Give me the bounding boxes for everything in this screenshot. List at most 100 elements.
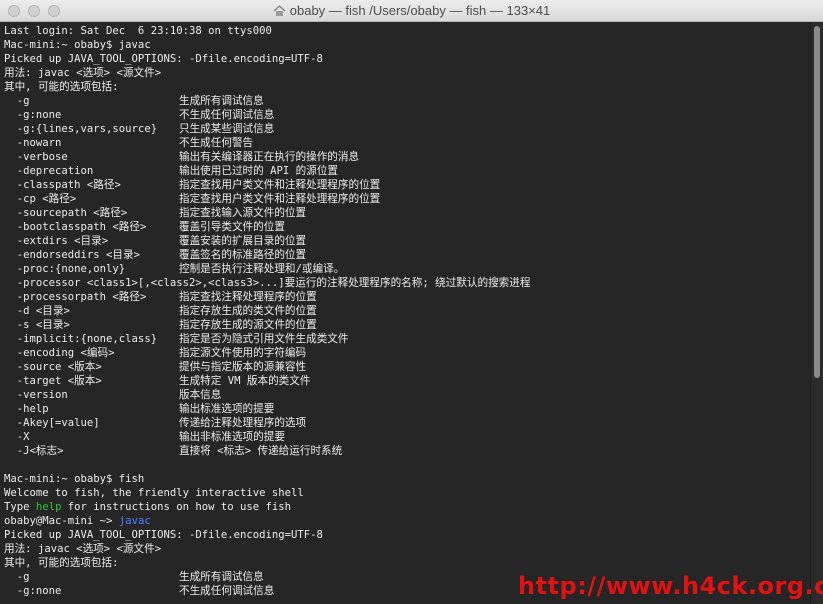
terminal-line: -encoding <编码> 指定源文件使用的字符编码 xyxy=(4,346,804,360)
option-description: 覆盖安装的扩展目录的位置 xyxy=(179,235,307,247)
terminal-line: -source <版本> 提供与指定版本的源兼容性 xyxy=(4,360,804,374)
shell-prompt: obaby@Mac-mini ~> xyxy=(4,515,119,527)
terminal-line: -cp <路径> 指定查找用户类文件和注释处理程序的位置 xyxy=(4,192,804,206)
option-flag: -Akey[=value] xyxy=(4,417,100,429)
option-description: 指定存放生成的类文件的位置 xyxy=(179,305,317,317)
terminal-line: obaby@Mac-mini ~> javac xyxy=(4,514,804,528)
option-description: 指定查找用户类文件和注释处理程序的位置 xyxy=(179,179,381,191)
option-description: 指定查找注释处理程序的位置 xyxy=(179,291,317,303)
terminal-line: 其中, 可能的选项包括: xyxy=(4,556,804,570)
terminal-line: -verbose 输出有关编译器正在执行的操作的消息 xyxy=(4,150,804,164)
option-flag: -verbose xyxy=(4,151,68,163)
option-description: 指定源文件使用的字符编码 xyxy=(179,347,307,359)
option-flag: -target <版本> xyxy=(4,375,102,387)
vertical-scrollbar[interactable] xyxy=(810,22,823,604)
help-command: help xyxy=(35,501,62,513)
option-description: 直接将 <标志> 传递给运行时系统 xyxy=(179,445,343,457)
line-text: Picked up JAVA_TOOL_OPTIONS: -Dfile.enco… xyxy=(4,529,323,541)
scrollbar-thumb[interactable] xyxy=(814,26,820,378)
line-text: 用法: javac <选项> <源文件> xyxy=(4,543,162,555)
terminal-line: -bootclasspath <路径> 覆盖引导类文件的位置 xyxy=(4,220,804,234)
option-description: 指定是否为隐式引用文件生成类文件 xyxy=(179,333,349,345)
option-description: 生成所有调试信息 xyxy=(179,571,264,583)
option-flag: -version xyxy=(4,389,68,401)
line-text: Last login: Sat Dec 6 23:10:38 on ttys00… xyxy=(4,25,272,37)
entered-command: javac xyxy=(118,515,151,527)
option-description: 生成所有调试信息 xyxy=(179,95,264,107)
option-description: 不生成任何调试信息 xyxy=(179,109,275,121)
terminal-line: Mac-mini:~ obaby$ javac xyxy=(4,38,804,52)
option-flag: -source <版本> xyxy=(4,361,102,373)
option-flag: -J<标志> xyxy=(4,445,64,457)
option-description: 只生成某些调试信息 xyxy=(179,123,275,135)
terminal-line: -Akey[=value] 传递给注释处理程序的选项 xyxy=(4,416,804,430)
terminal-line: Welcome to fish, the friendly interactiv… xyxy=(4,486,804,500)
line-text: for instructions on how to use fish xyxy=(61,501,292,513)
terminal-line: Picked up JAVA_TOOL_OPTIONS: -Dfile.enco… xyxy=(4,528,804,542)
option-description: 覆盖签名的标准路径的位置 xyxy=(179,249,307,261)
terminal-line: -g:{lines,vars,source} 只生成某些调试信息 xyxy=(4,122,804,136)
watermark: http://www.h4ck.org.cn xyxy=(518,572,823,600)
option-flag: -g xyxy=(4,571,30,583)
option-flag: -extdirs <目录> xyxy=(4,235,109,247)
option-description: 版本信息 xyxy=(179,389,222,401)
option-description: 控制是否执行注释处理和/或编译。 xyxy=(179,263,345,275)
terminal-line: -processor <class1>[,<class2>,<class3>..… xyxy=(4,276,804,290)
line-text: Picked up JAVA_TOOL_OPTIONS: -Dfile.enco… xyxy=(4,53,323,65)
option-flag: -help xyxy=(4,403,49,415)
option-description: 生成特定 VM 版本的类文件 xyxy=(179,375,311,387)
terminal-line: -help 输出标准选项的提要 xyxy=(4,402,804,416)
option-flag: -g xyxy=(4,95,30,107)
terminal-line: Mac-mini:~ obaby$ fish xyxy=(4,472,804,486)
terminal-line: 用法: javac <选项> <源文件> xyxy=(4,542,804,556)
line-text: Type xyxy=(4,501,36,513)
option-flag: -encoding <编码> xyxy=(4,347,115,359)
terminal-line: -target <版本> 生成特定 VM 版本的类文件 xyxy=(4,374,804,388)
option-flag: -proc:{none,only} xyxy=(4,263,126,275)
home-folder-icon xyxy=(273,5,286,16)
line-text: 其中, 可能的选项包括: xyxy=(4,557,119,569)
terminal-line: -proc:{none,only} 控制是否执行注释处理和/或编译。 xyxy=(4,262,804,276)
terminal-line: -processorpath <路径> 指定查找注释处理程序的位置 xyxy=(4,290,804,304)
option-flag: -cp <路径> xyxy=(4,193,77,205)
option-description: 指定查找输入源文件的位置 xyxy=(179,207,307,219)
terminal-line: 其中, 可能的选项包括: xyxy=(4,80,804,94)
option-description: 提供与指定版本的源兼容性 xyxy=(179,361,307,373)
terminal-line: -sourcepath <路径> 指定查找输入源文件的位置 xyxy=(4,206,804,220)
terminal-line: -deprecation 输出使用已过时的 API 的源位置 xyxy=(4,164,804,178)
line-text: Mac-mini:~ obaby$ fish xyxy=(4,473,145,485)
line-text: Welcome to fish, the friendly interactiv… xyxy=(4,487,304,499)
option-flag: -s <目录> xyxy=(4,319,70,331)
line-text: 其中, 可能的选项包括: xyxy=(4,81,119,93)
option-flag: -g:{lines,vars,source} xyxy=(4,123,158,135)
option-flag: -X xyxy=(4,431,30,443)
terminal-line: -g 生成所有调试信息 xyxy=(4,94,804,108)
option-flag: -g:none xyxy=(4,109,62,121)
option-description: 传递给注释处理程序的选项 xyxy=(179,417,307,429)
terminal-window: obaby — fish /Users/obaby — fish — 133×4… xyxy=(0,0,823,604)
option-description: 不生成任何调试信息 xyxy=(179,585,275,597)
option-flag: -implicit:{none,class} xyxy=(4,333,158,345)
option-flag: -nowarn xyxy=(4,137,62,149)
line-text: Mac-mini:~ obaby$ javac xyxy=(4,39,151,51)
terminal-line: Picked up JAVA_TOOL_OPTIONS: -Dfile.enco… xyxy=(4,52,804,66)
line-text: -processor <class1>[,<class2>,<class3>..… xyxy=(4,277,531,289)
terminal-line: -implicit:{none,class} 指定是否为隐式引用文件生成类文件 xyxy=(4,332,804,346)
option-flag: -classpath <路径> xyxy=(4,179,121,191)
option-description: 输出使用已过时的 API 的源位置 xyxy=(179,165,339,177)
option-flag: -endorseddirs <目录> xyxy=(4,249,140,261)
title-bar[interactable]: obaby — fish /Users/obaby — fish — 133×4… xyxy=(0,0,823,22)
terminal-line: -g:none 不生成任何调试信息 xyxy=(4,108,804,122)
terminal-line: -X 输出非标准选项的提要 xyxy=(4,430,804,444)
option-flag: -sourcepath <路径> xyxy=(4,207,128,219)
option-description: 输出非标准选项的提要 xyxy=(179,431,285,443)
terminal-line: -nowarn 不生成任何警告 xyxy=(4,136,804,150)
terminal-line: 用法: javac <选项> <源文件> xyxy=(4,66,804,80)
option-description: 指定存放生成的源文件的位置 xyxy=(179,319,317,331)
terminal-line: -endorseddirs <目录> 覆盖签名的标准路径的位置 xyxy=(4,248,804,262)
option-flag: -processorpath <路径> xyxy=(4,291,147,303)
window-title-area: obaby — fish /Users/obaby — fish — 133×4… xyxy=(0,3,823,19)
terminal-line: -extdirs <目录> 覆盖安装的扩展目录的位置 xyxy=(4,234,804,248)
terminal-output[interactable]: Last login: Sat Dec 6 23:10:38 on ttys00… xyxy=(4,24,804,604)
